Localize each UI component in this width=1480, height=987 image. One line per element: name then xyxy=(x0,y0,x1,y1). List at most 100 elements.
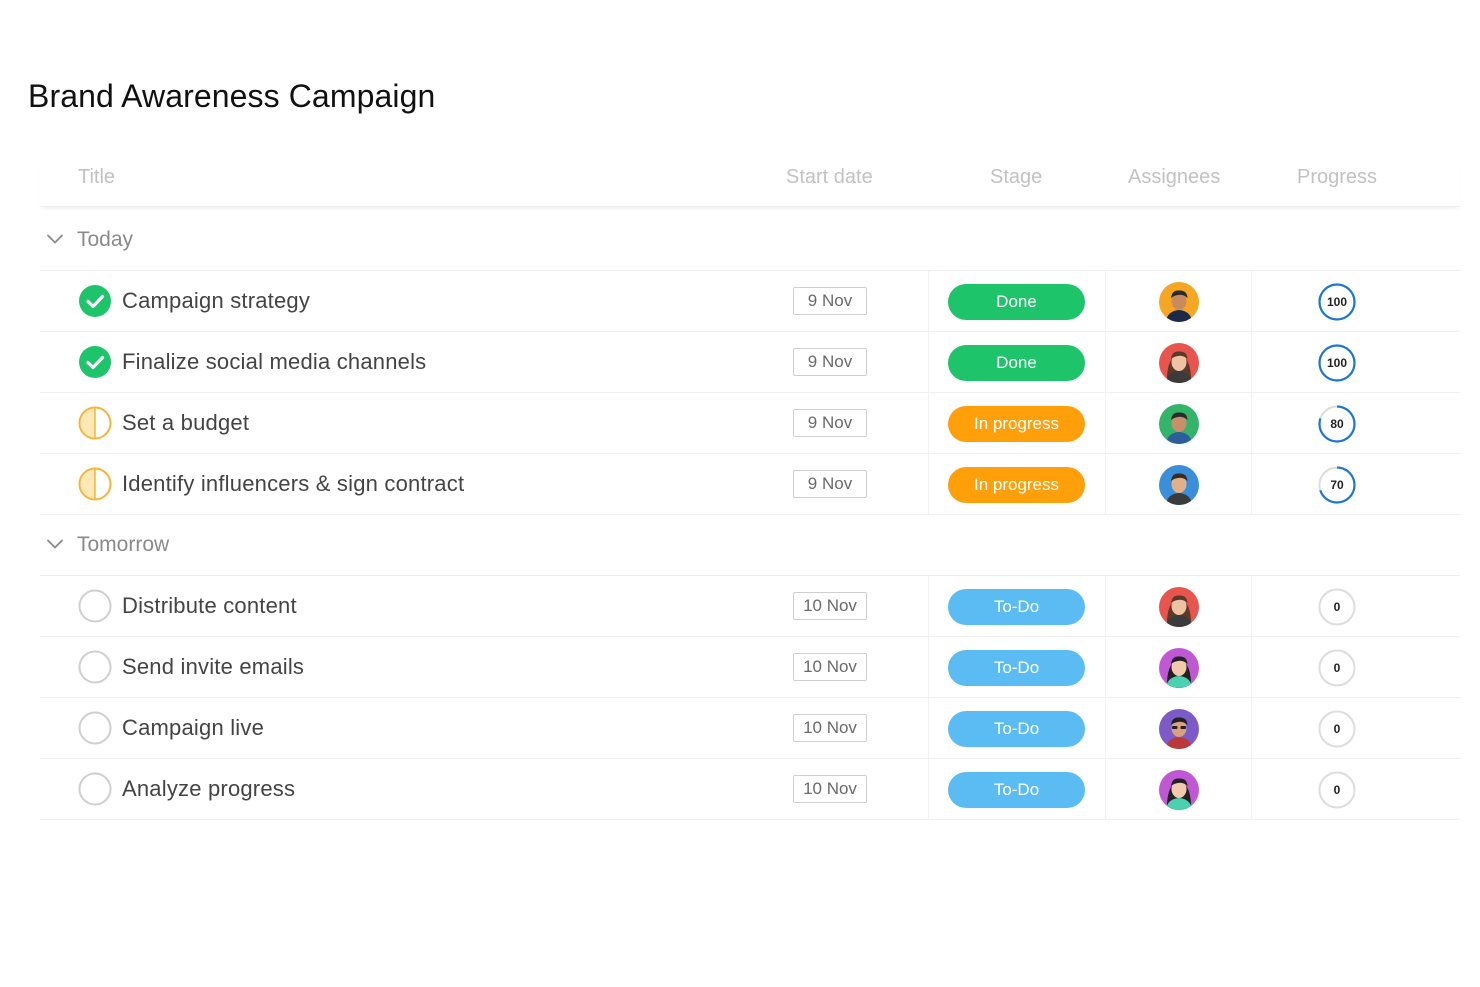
task-title[interactable]: Finalize social media channels xyxy=(122,349,426,375)
progress-value: 100 xyxy=(1326,295,1348,309)
progress-value: 70 xyxy=(1330,478,1344,492)
progress-ring: 70 xyxy=(1317,465,1357,505)
column-divider xyxy=(1251,576,1252,636)
column-divider xyxy=(1105,271,1106,331)
column-divider xyxy=(1105,698,1106,758)
start-date-field[interactable]: 9 Nov xyxy=(793,470,867,498)
column-divider xyxy=(1251,271,1252,331)
group-label: Today xyxy=(77,228,134,251)
column-divider xyxy=(1105,759,1106,819)
task-title[interactable]: Identify influencers & sign contract xyxy=(122,471,464,497)
progress-ring: 80 xyxy=(1317,404,1357,444)
progress-ring: 100 xyxy=(1317,282,1357,322)
task-status-todo-icon[interactable] xyxy=(78,650,112,684)
stage-badge[interactable]: In progress xyxy=(948,406,1085,442)
stage-badge[interactable]: To-Do xyxy=(948,589,1085,625)
assignee-avatar[interactable] xyxy=(1159,465,1199,505)
task-title[interactable]: Set a budget xyxy=(122,410,249,436)
group-header-today[interactable]: Today xyxy=(40,210,1460,271)
stage-badge[interactable]: In progress xyxy=(948,467,1085,503)
task-status-in-progress-icon[interactable] xyxy=(78,406,112,440)
task-row[interactable]: Finalize social media channels 9 Nov Done 1… xyxy=(40,332,1460,393)
assignee-avatar[interactable] xyxy=(1159,343,1199,383)
task-status-done-icon[interactable] xyxy=(78,345,112,379)
group-header-tomorrow[interactable]: Tomorrow xyxy=(40,515,1460,576)
progress-ring: 0 xyxy=(1317,587,1357,627)
column-divider xyxy=(1251,332,1252,392)
stage-badge[interactable]: Done xyxy=(948,284,1085,320)
column-divider xyxy=(1105,454,1106,514)
progress-ring: 0 xyxy=(1317,770,1357,810)
start-date-field[interactable]: 10 Nov xyxy=(793,653,867,681)
start-date-field[interactable]: 9 Nov xyxy=(793,409,867,437)
task-title[interactable]: Campaign strategy xyxy=(122,288,310,314)
assignee-avatar[interactable] xyxy=(1159,709,1199,749)
assignee-avatar[interactable] xyxy=(1159,404,1199,444)
stage-badge[interactable]: To-Do xyxy=(948,711,1085,747)
progress-value: 100 xyxy=(1326,356,1348,370)
task-title[interactable]: Analyze progress xyxy=(122,776,295,802)
assignee-avatar[interactable] xyxy=(1159,587,1199,627)
start-date-field[interactable]: 9 Nov xyxy=(793,287,867,315)
column-divider xyxy=(1251,698,1252,758)
column-divider xyxy=(928,271,929,331)
column-divider xyxy=(1105,332,1106,392)
task-title[interactable]: Campaign live xyxy=(122,715,264,741)
task-row[interactable]: Campaign live 10 Nov To-Do 0 xyxy=(40,698,1460,759)
column-divider xyxy=(928,332,929,392)
column-divider xyxy=(1251,759,1252,819)
start-date-field[interactable]: 10 Nov xyxy=(793,775,867,803)
task-row[interactable]: Campaign strategy 9 Nov Done 100 xyxy=(40,271,1460,332)
stage-badge[interactable]: Done xyxy=(948,345,1085,381)
task-status-in-progress-icon[interactable] xyxy=(78,467,112,501)
column-divider xyxy=(1105,576,1106,636)
assignee-avatar[interactable] xyxy=(1159,282,1199,322)
column-divider xyxy=(1251,454,1252,514)
task-row[interactable]: Set a budget 9 Nov In progress 80 xyxy=(40,393,1460,454)
group-label: Tomorrow xyxy=(77,533,170,556)
column-header-stage[interactable]: Stage xyxy=(990,166,1042,189)
column-divider xyxy=(928,698,929,758)
task-status-todo-icon[interactable] xyxy=(78,772,112,806)
progress-value: 0 xyxy=(1333,783,1341,797)
task-status-done-icon[interactable] xyxy=(78,284,112,318)
task-status-todo-icon[interactable] xyxy=(78,589,112,623)
column-divider xyxy=(928,454,929,514)
chevron-down-icon[interactable] xyxy=(46,537,64,551)
page-title: Brand Awareness Campaign xyxy=(28,78,436,114)
task-title[interactable]: Send invite emails xyxy=(122,654,304,680)
column-divider xyxy=(928,637,929,697)
column-divider xyxy=(928,393,929,453)
column-divider xyxy=(1251,637,1252,697)
progress-value: 0 xyxy=(1333,661,1341,675)
column-header-start-date[interactable]: Start date xyxy=(786,166,873,189)
task-row[interactable]: Identify influencers & sign contract 9 No… xyxy=(40,454,1460,515)
progress-ring: 0 xyxy=(1317,648,1357,688)
column-divider xyxy=(1251,393,1252,453)
task-row[interactable]: Distribute content 10 Nov To-Do 0 xyxy=(40,576,1460,637)
column-header-assignees[interactable]: Assignees xyxy=(1128,166,1220,189)
progress-ring: 100 xyxy=(1317,343,1357,383)
column-divider xyxy=(1105,393,1106,453)
start-date-field[interactable]: 9 Nov xyxy=(793,348,867,376)
assignee-avatar[interactable] xyxy=(1159,648,1199,688)
progress-ring: 0 xyxy=(1317,709,1357,749)
progress-value: 80 xyxy=(1330,417,1344,431)
column-header-progress[interactable]: Progress xyxy=(1297,166,1377,189)
task-row[interactable]: Send invite emails 10 Nov To-Do 0 xyxy=(40,637,1460,698)
assignee-avatar[interactable] xyxy=(1159,770,1199,810)
progress-value: 0 xyxy=(1333,600,1341,614)
task-row[interactable]: Analyze progress 10 Nov To-Do 0 xyxy=(40,759,1460,820)
chevron-down-icon[interactable] xyxy=(46,232,64,246)
start-date-field[interactable]: 10 Nov xyxy=(793,714,867,742)
column-header-title[interactable]: Title xyxy=(78,166,115,189)
task-title[interactable]: Distribute content xyxy=(122,593,297,619)
stage-badge[interactable]: To-Do xyxy=(948,650,1085,686)
column-divider xyxy=(928,576,929,636)
task-status-todo-icon[interactable] xyxy=(78,711,112,745)
stage-badge[interactable]: To-Do xyxy=(948,772,1085,808)
progress-value: 0 xyxy=(1333,722,1341,736)
column-divider xyxy=(1105,637,1106,697)
start-date-field[interactable]: 10 Nov xyxy=(793,592,867,620)
table-header: Title Start date Stage Assignees Progres… xyxy=(40,160,1460,207)
